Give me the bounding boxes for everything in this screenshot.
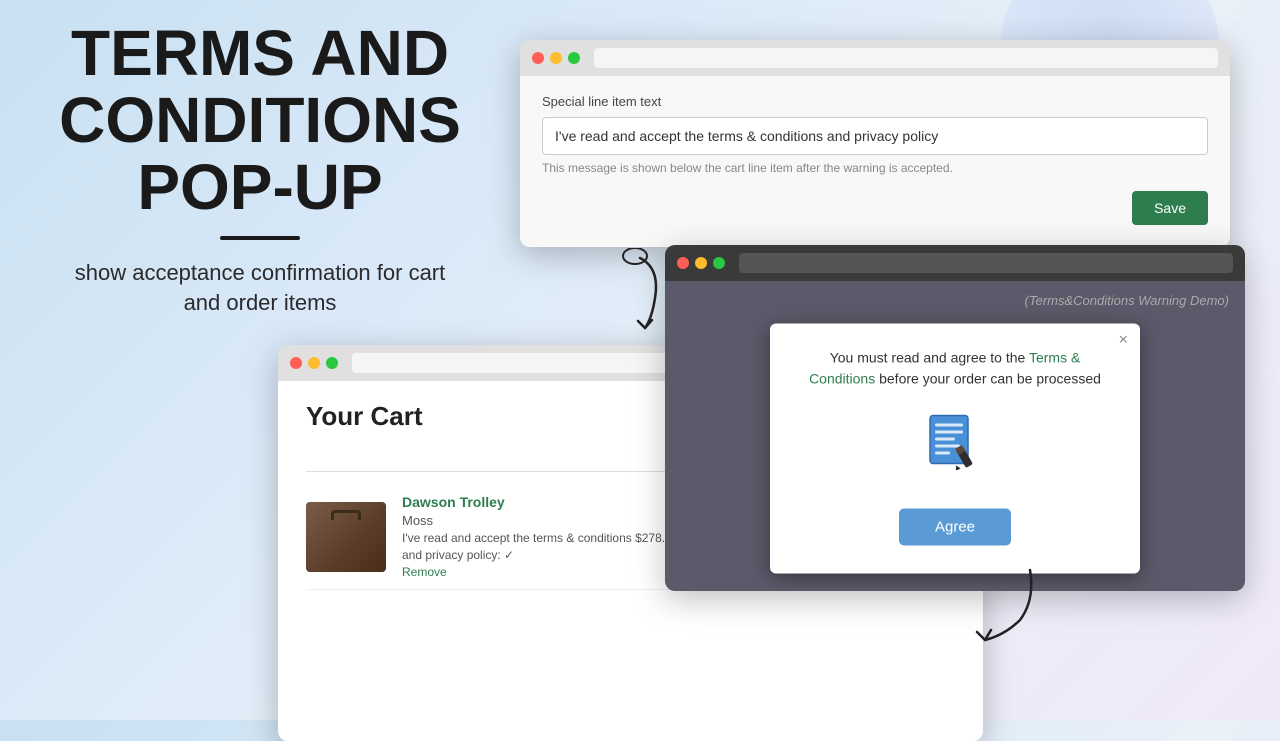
dot-red-cart[interactable]: [290, 357, 302, 369]
dot-green-cart[interactable]: [326, 357, 338, 369]
modal-icon: [798, 408, 1112, 491]
settings-browser-window: Special line item text This message is s…: [520, 40, 1230, 247]
dot-red[interactable]: [532, 52, 544, 64]
address-bar-settings: [594, 48, 1218, 68]
modal-message: You must read and agree to the Terms & C…: [798, 348, 1112, 390]
demo-label: (Terms&Conditions Warning Demo): [1025, 293, 1229, 308]
dot-red-mid[interactable]: [677, 257, 689, 269]
dot-green-mid[interactable]: [713, 257, 725, 269]
titlebar-popup: [665, 245, 1245, 281]
main-title: TERMS AND CONDITIONS POP-UP: [30, 20, 490, 222]
settings-body: Special line item text This message is s…: [520, 76, 1230, 247]
terms-modal: × You must read and agree to the Terms &…: [770, 324, 1140, 574]
product-image: [306, 502, 386, 572]
dot-yellow-cart[interactable]: [308, 357, 320, 369]
help-text: This message is shown below the cart lin…: [542, 161, 1208, 175]
titlebar-settings: [520, 40, 1230, 76]
field-label: Special line item text: [542, 94, 1208, 109]
popup-body: (Terms&Conditions Warning Demo) × You mu…: [665, 281, 1245, 591]
address-bar-popup: [739, 253, 1233, 273]
dot-yellow[interactable]: [550, 52, 562, 64]
dot-yellow-mid[interactable]: [695, 257, 707, 269]
modal-close-button[interactable]: ×: [1119, 332, 1128, 350]
agree-button[interactable]: Agree: [899, 509, 1011, 546]
subtitle: show acceptance confirmation for cart an…: [60, 258, 460, 320]
bag-image: [306, 502, 386, 572]
title-divider: [220, 236, 300, 240]
left-panel: TERMS AND CONDITIONS POP-UP show accepta…: [30, 20, 490, 319]
save-button-wrap: Save: [542, 191, 1208, 225]
dot-green[interactable]: [568, 52, 580, 64]
line-item-text-input[interactable]: [542, 117, 1208, 155]
popup-browser-window: (Terms&Conditions Warning Demo) × You mu…: [665, 245, 1245, 591]
save-button[interactable]: Save: [1132, 191, 1208, 225]
bag-strap: [331, 510, 361, 520]
